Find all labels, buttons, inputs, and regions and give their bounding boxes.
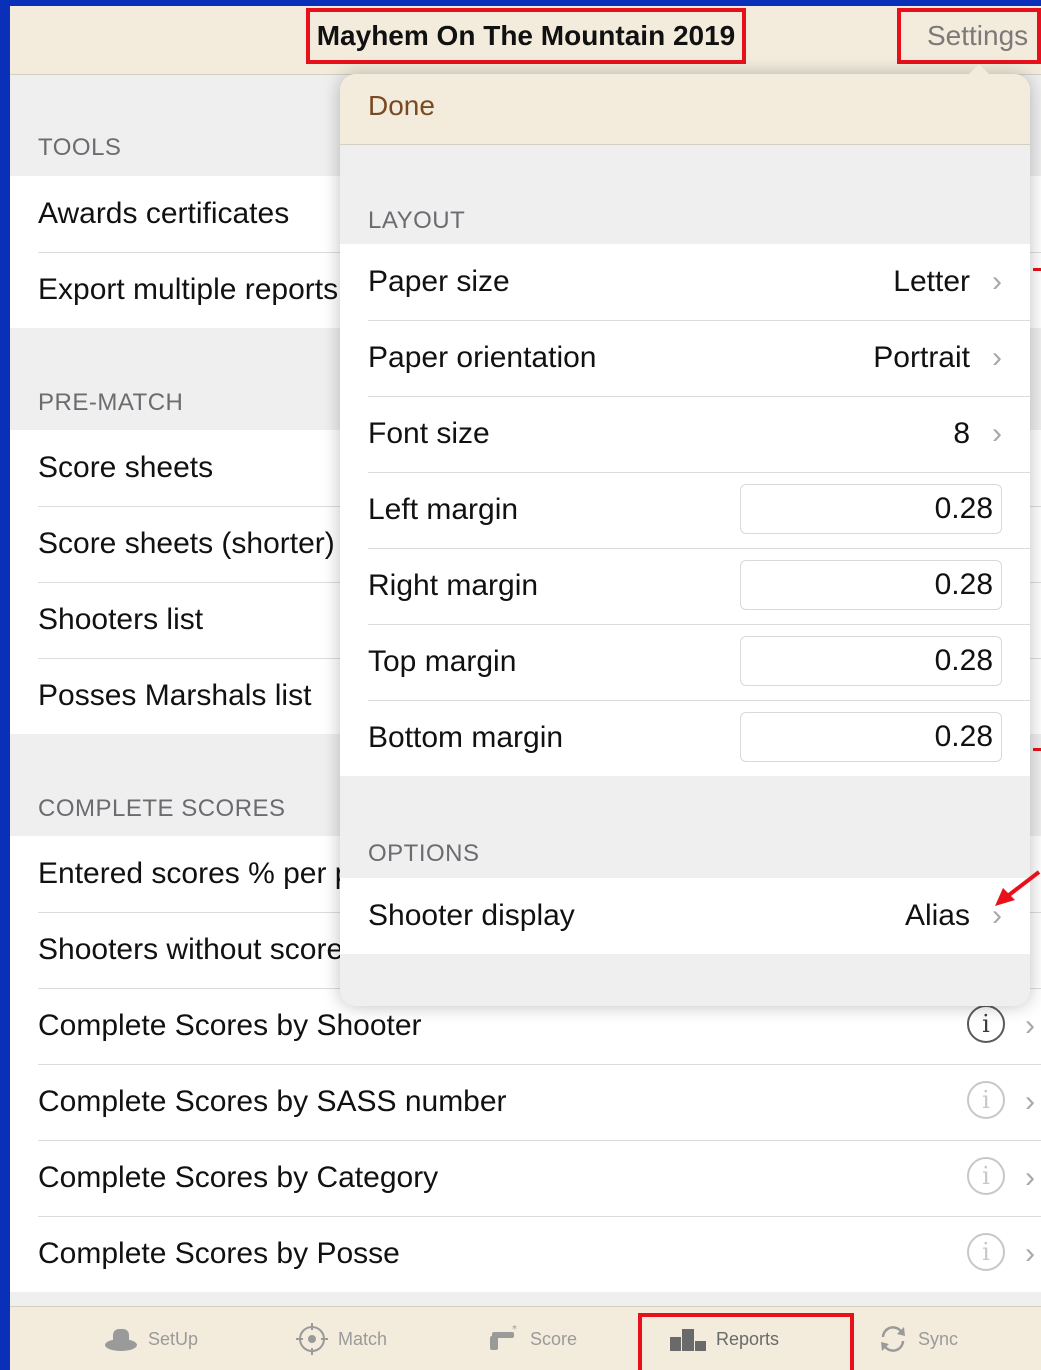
reports-tab-highlight xyxy=(638,1313,854,1370)
prematch-section-header: PRE-MATCH xyxy=(38,389,184,416)
layout-section-header: LAYOUT xyxy=(368,207,466,234)
paper-orientation-row[interactable]: Paper orientation Portrait › xyxy=(340,320,1030,396)
chevron-right-icon: › xyxy=(1025,1009,1035,1042)
chevron-right-icon: › xyxy=(1025,1161,1035,1194)
revolver-icon: * xyxy=(490,1324,517,1350)
info-icon[interactable]: i xyxy=(967,1081,1005,1119)
top-margin-input[interactable] xyxy=(740,636,1002,686)
tab-score[interactable]: * Score xyxy=(486,1319,577,1359)
font-size-value: 8 xyxy=(953,417,970,450)
list-item-complete-scores-by-sass-number[interactable]: Complete Scores by SASS number i › xyxy=(10,1064,1041,1140)
tools-section-header: TOOLS xyxy=(38,134,122,161)
font-size-row[interactable]: Font size 8 › xyxy=(340,396,1030,472)
settings-popover: Done LAYOUT Paper size Letter › Paper or… xyxy=(340,74,1030,1006)
popover-header: Done xyxy=(340,74,1030,145)
paper-size-row[interactable]: Paper size Letter › xyxy=(340,244,1030,320)
cowboy-hat-icon xyxy=(105,1329,137,1351)
tab-setup[interactable]: SetUp xyxy=(104,1319,198,1359)
popover-arrow xyxy=(967,64,991,76)
annotation-tick xyxy=(1033,268,1041,271)
tab-match[interactable]: Match xyxy=(296,1319,387,1359)
app-window: Mayhem On The Mountain 2019 Settings TOO… xyxy=(10,6,1041,1370)
tab-sync[interactable]: Sync xyxy=(878,1319,958,1359)
chevron-right-icon: › xyxy=(992,341,1002,374)
settings-button[interactable]: Settings xyxy=(897,8,1041,64)
options-settings-list: Shooter display Alias › xyxy=(340,878,1030,954)
info-icon[interactable]: i xyxy=(967,1233,1005,1271)
list-item-complete-scores-by-posse[interactable]: Complete Scores by Posse i › xyxy=(10,1216,1041,1292)
layout-settings-list: Paper size Letter › Paper orientation Po… xyxy=(340,244,1030,776)
tab-bar: SetUp Match * Score Reports Sync xyxy=(10,1306,1041,1370)
svg-text:*: * xyxy=(512,1324,517,1335)
shooter-display-row[interactable]: Shooter display Alias › xyxy=(340,878,1030,954)
chevron-right-icon: › xyxy=(1025,1237,1035,1270)
done-button[interactable]: Done xyxy=(368,90,435,122)
navigation-bar: Mayhem On The Mountain 2019 Settings xyxy=(10,6,1041,75)
left-margin-input[interactable] xyxy=(740,484,1002,534)
right-margin-row: Right margin xyxy=(340,548,1030,624)
complete-scores-section-header: COMPLETE SCORES xyxy=(38,795,286,822)
chevron-right-icon: › xyxy=(992,265,1002,298)
shooter-display-value: Alias xyxy=(904,899,970,932)
info-icon[interactable]: i xyxy=(967,1005,1005,1043)
chevron-right-icon: › xyxy=(1025,1085,1035,1118)
chevron-right-icon: › xyxy=(992,417,1002,450)
annotation-arrow-icon xyxy=(995,870,1041,906)
paper-orientation-value: Portrait xyxy=(873,341,970,374)
sync-icon xyxy=(881,1326,905,1352)
info-icon[interactable]: i xyxy=(967,1157,1005,1195)
event-title: Mayhem On The Mountain 2019 xyxy=(306,8,746,64)
bottom-margin-row: Bottom margin xyxy=(340,700,1030,776)
right-margin-input[interactable] xyxy=(740,560,1002,610)
crosshair-icon xyxy=(296,1323,328,1355)
top-margin-row: Top margin xyxy=(340,624,1030,700)
paper-size-value: Letter xyxy=(893,265,970,298)
options-section-header: OPTIONS xyxy=(368,840,480,867)
annotation-tick xyxy=(1033,748,1041,751)
left-margin-row: Left margin xyxy=(340,472,1030,548)
list-item-complete-scores-by-category[interactable]: Complete Scores by Category i › xyxy=(10,1140,1041,1216)
bottom-margin-input[interactable] xyxy=(740,712,1002,762)
